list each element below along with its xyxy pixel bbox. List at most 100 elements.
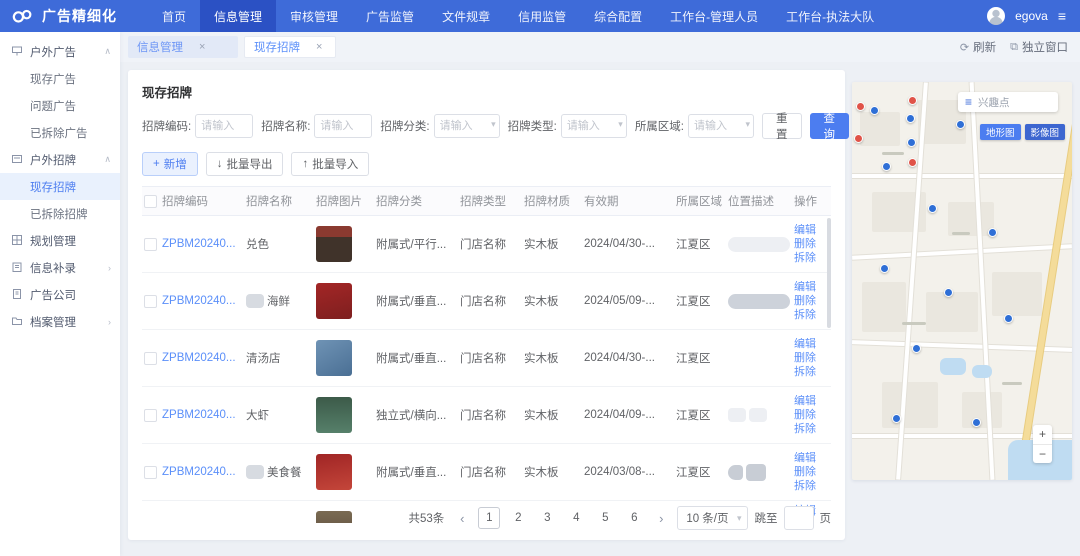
search-button[interactable]: 查询 bbox=[810, 113, 850, 139]
nav-item-file-rules[interactable]: 文件规章 bbox=[428, 0, 504, 32]
close-icon[interactable]: × bbox=[199, 41, 205, 53]
sign-photo[interactable] bbox=[316, 226, 352, 262]
poi-marker[interactable] bbox=[956, 120, 965, 129]
delete-link[interactable]: 删除 bbox=[794, 466, 824, 479]
tab-existing-signs[interactable]: 现存招牌 × bbox=[244, 36, 336, 58]
nav-item-ad-supervision[interactable]: 广告监管 bbox=[352, 0, 428, 32]
sign-code-link[interactable]: ZPBM20240... bbox=[162, 352, 246, 364]
close-icon[interactable]: × bbox=[316, 41, 322, 53]
sign-code-input[interactable] bbox=[195, 114, 253, 138]
row-checkbox[interactable] bbox=[144, 409, 157, 422]
poi-marker[interactable] bbox=[880, 264, 889, 273]
table-scrollbar[interactable] bbox=[827, 218, 831, 328]
sidebar-item-removed-ads[interactable]: 已拆除广告 bbox=[0, 119, 120, 146]
poi-marker[interactable] bbox=[854, 134, 863, 143]
page-button-2[interactable]: 2 bbox=[507, 507, 529, 529]
imagery-layer-button[interactable]: 影像图 bbox=[1025, 124, 1066, 140]
nav-item-workbench-admin[interactable]: 工作台-管理人员 bbox=[656, 0, 772, 32]
sign-type-select[interactable] bbox=[561, 114, 627, 138]
sign-photo[interactable] bbox=[316, 454, 352, 490]
demolish-link[interactable]: 拆除 bbox=[794, 309, 824, 322]
sidebar-item-ad-company[interactable]: 广告公司 bbox=[0, 281, 120, 308]
poi-marker[interactable] bbox=[912, 344, 921, 353]
map-search-box[interactable]: ≡ 兴趣点 bbox=[958, 92, 1058, 112]
next-page-icon[interactable]: › bbox=[652, 511, 670, 526]
edit-link[interactable]: 编辑 bbox=[794, 395, 824, 408]
select-all-checkbox[interactable] bbox=[144, 195, 157, 208]
edit-link[interactable]: 编辑 bbox=[794, 281, 824, 294]
sign-code-link[interactable]: ZPBM20240... bbox=[162, 238, 246, 250]
poi-marker[interactable] bbox=[944, 288, 953, 297]
sidebar-item-planning-mgmt[interactable]: 规划管理 bbox=[0, 227, 120, 254]
page-button-5[interactable]: 5 bbox=[594, 507, 616, 529]
nav-item-workbench-enforcement[interactable]: 工作台-执法大队 bbox=[772, 0, 888, 32]
zoom-out-button[interactable]: − bbox=[1033, 445, 1052, 464]
zoom-in-button[interactable]: + bbox=[1033, 425, 1052, 445]
page-button-1[interactable]: 1 bbox=[478, 507, 500, 529]
nav-item-info-mgmt[interactable]: 信息管理 bbox=[200, 0, 276, 32]
nav-item-credit-supervision[interactable]: 信用监管 bbox=[504, 0, 580, 32]
edit-link[interactable]: 编辑 bbox=[794, 338, 824, 351]
edit-link[interactable]: 编辑 bbox=[794, 224, 824, 237]
district-select[interactable] bbox=[688, 114, 754, 138]
sidebar-item-problem-ads[interactable]: 问题广告 bbox=[0, 92, 120, 119]
demolish-link[interactable]: 拆除 bbox=[794, 480, 824, 493]
delete-link[interactable]: 删除 bbox=[794, 409, 824, 422]
brand[interactable]: 广告精细化 bbox=[0, 6, 148, 26]
sidebar-item-info-supplement[interactable]: 信息补录 › bbox=[0, 254, 120, 281]
delete-link[interactable]: 删除 bbox=[794, 295, 824, 308]
sidebar-item-removed-signs[interactable]: 已拆除招牌 bbox=[0, 200, 120, 227]
page-button-6[interactable]: 6 bbox=[623, 507, 645, 529]
poi-marker[interactable] bbox=[908, 158, 917, 167]
sign-photo[interactable] bbox=[316, 397, 352, 433]
page-size-select[interactable]: 10 条/页 ▾ bbox=[677, 506, 747, 530]
batch-export-button[interactable]: ↓ 批量导出 bbox=[206, 152, 284, 176]
demolish-link[interactable]: 拆除 bbox=[794, 366, 824, 379]
sign-photo[interactable] bbox=[316, 340, 352, 376]
row-checkbox[interactable] bbox=[144, 466, 157, 479]
delete-link[interactable]: 删除 bbox=[794, 238, 824, 251]
poi-marker[interactable] bbox=[906, 114, 915, 123]
terrain-layer-button[interactable]: 地形图 bbox=[980, 124, 1021, 140]
standalone-window-button[interactable]: ⧉ 独立窗口 bbox=[1010, 39, 1068, 55]
tab-info-mgmt[interactable]: 信息管理 × bbox=[128, 36, 238, 58]
poi-marker[interactable] bbox=[907, 138, 916, 147]
poi-marker[interactable] bbox=[856, 102, 865, 111]
sidebar-item-archive-mgmt[interactable]: 档案管理 › bbox=[0, 308, 120, 335]
nav-item-audit-mgmt[interactable]: 审核管理 bbox=[276, 0, 352, 32]
row-checkbox[interactable] bbox=[144, 238, 157, 251]
menu-icon[interactable]: ≡ bbox=[965, 96, 972, 108]
poi-marker[interactable] bbox=[1004, 314, 1013, 323]
sign-code-link[interactable]: ZPBM20240... bbox=[162, 466, 246, 478]
sign-name-input[interactable] bbox=[314, 114, 372, 138]
sidebar-group-outdoor-ads[interactable]: 户外广告 ∧ bbox=[0, 38, 120, 65]
demolish-link[interactable]: 拆除 bbox=[794, 252, 824, 265]
prev-page-icon[interactable]: ‹ bbox=[453, 511, 471, 526]
row-checkbox[interactable] bbox=[144, 295, 157, 308]
poi-marker[interactable] bbox=[972, 418, 981, 427]
demolish-link[interactable]: 拆除 bbox=[794, 423, 824, 436]
hamburger-menu-icon[interactable]: ≡ bbox=[1058, 8, 1066, 24]
edit-link[interactable]: 编辑 bbox=[794, 452, 824, 465]
row-checkbox[interactable] bbox=[144, 352, 157, 365]
poi-marker[interactable] bbox=[928, 204, 937, 213]
sign-code-link[interactable]: ZPBM20240... bbox=[162, 295, 246, 307]
sign-category-select[interactable] bbox=[434, 114, 500, 138]
user-avatar[interactable] bbox=[987, 7, 1005, 25]
add-button[interactable]: + 新增 bbox=[142, 152, 198, 176]
nav-item-config[interactable]: 综合配置 bbox=[580, 0, 656, 32]
sidebar-group-outdoor-signs[interactable]: 户外招牌 ∧ bbox=[0, 146, 120, 173]
poi-marker[interactable] bbox=[892, 414, 901, 423]
sidebar-item-existing-ads[interactable]: 现存广告 bbox=[0, 65, 120, 92]
reset-button[interactable]: 重置 bbox=[762, 113, 802, 139]
poi-marker[interactable] bbox=[882, 162, 891, 171]
refresh-button[interactable]: ⟳ 刷新 bbox=[960, 39, 996, 55]
jump-page-input[interactable] bbox=[784, 506, 814, 530]
poi-marker[interactable] bbox=[988, 228, 997, 237]
page-button-4[interactable]: 4 bbox=[565, 507, 587, 529]
page-button-3[interactable]: 3 bbox=[536, 507, 558, 529]
nav-item-home[interactable]: 首页 bbox=[148, 0, 200, 32]
batch-import-button[interactable]: ↑ 批量导入 bbox=[291, 152, 369, 176]
poi-marker[interactable] bbox=[870, 106, 879, 115]
sign-photo[interactable] bbox=[316, 283, 352, 319]
